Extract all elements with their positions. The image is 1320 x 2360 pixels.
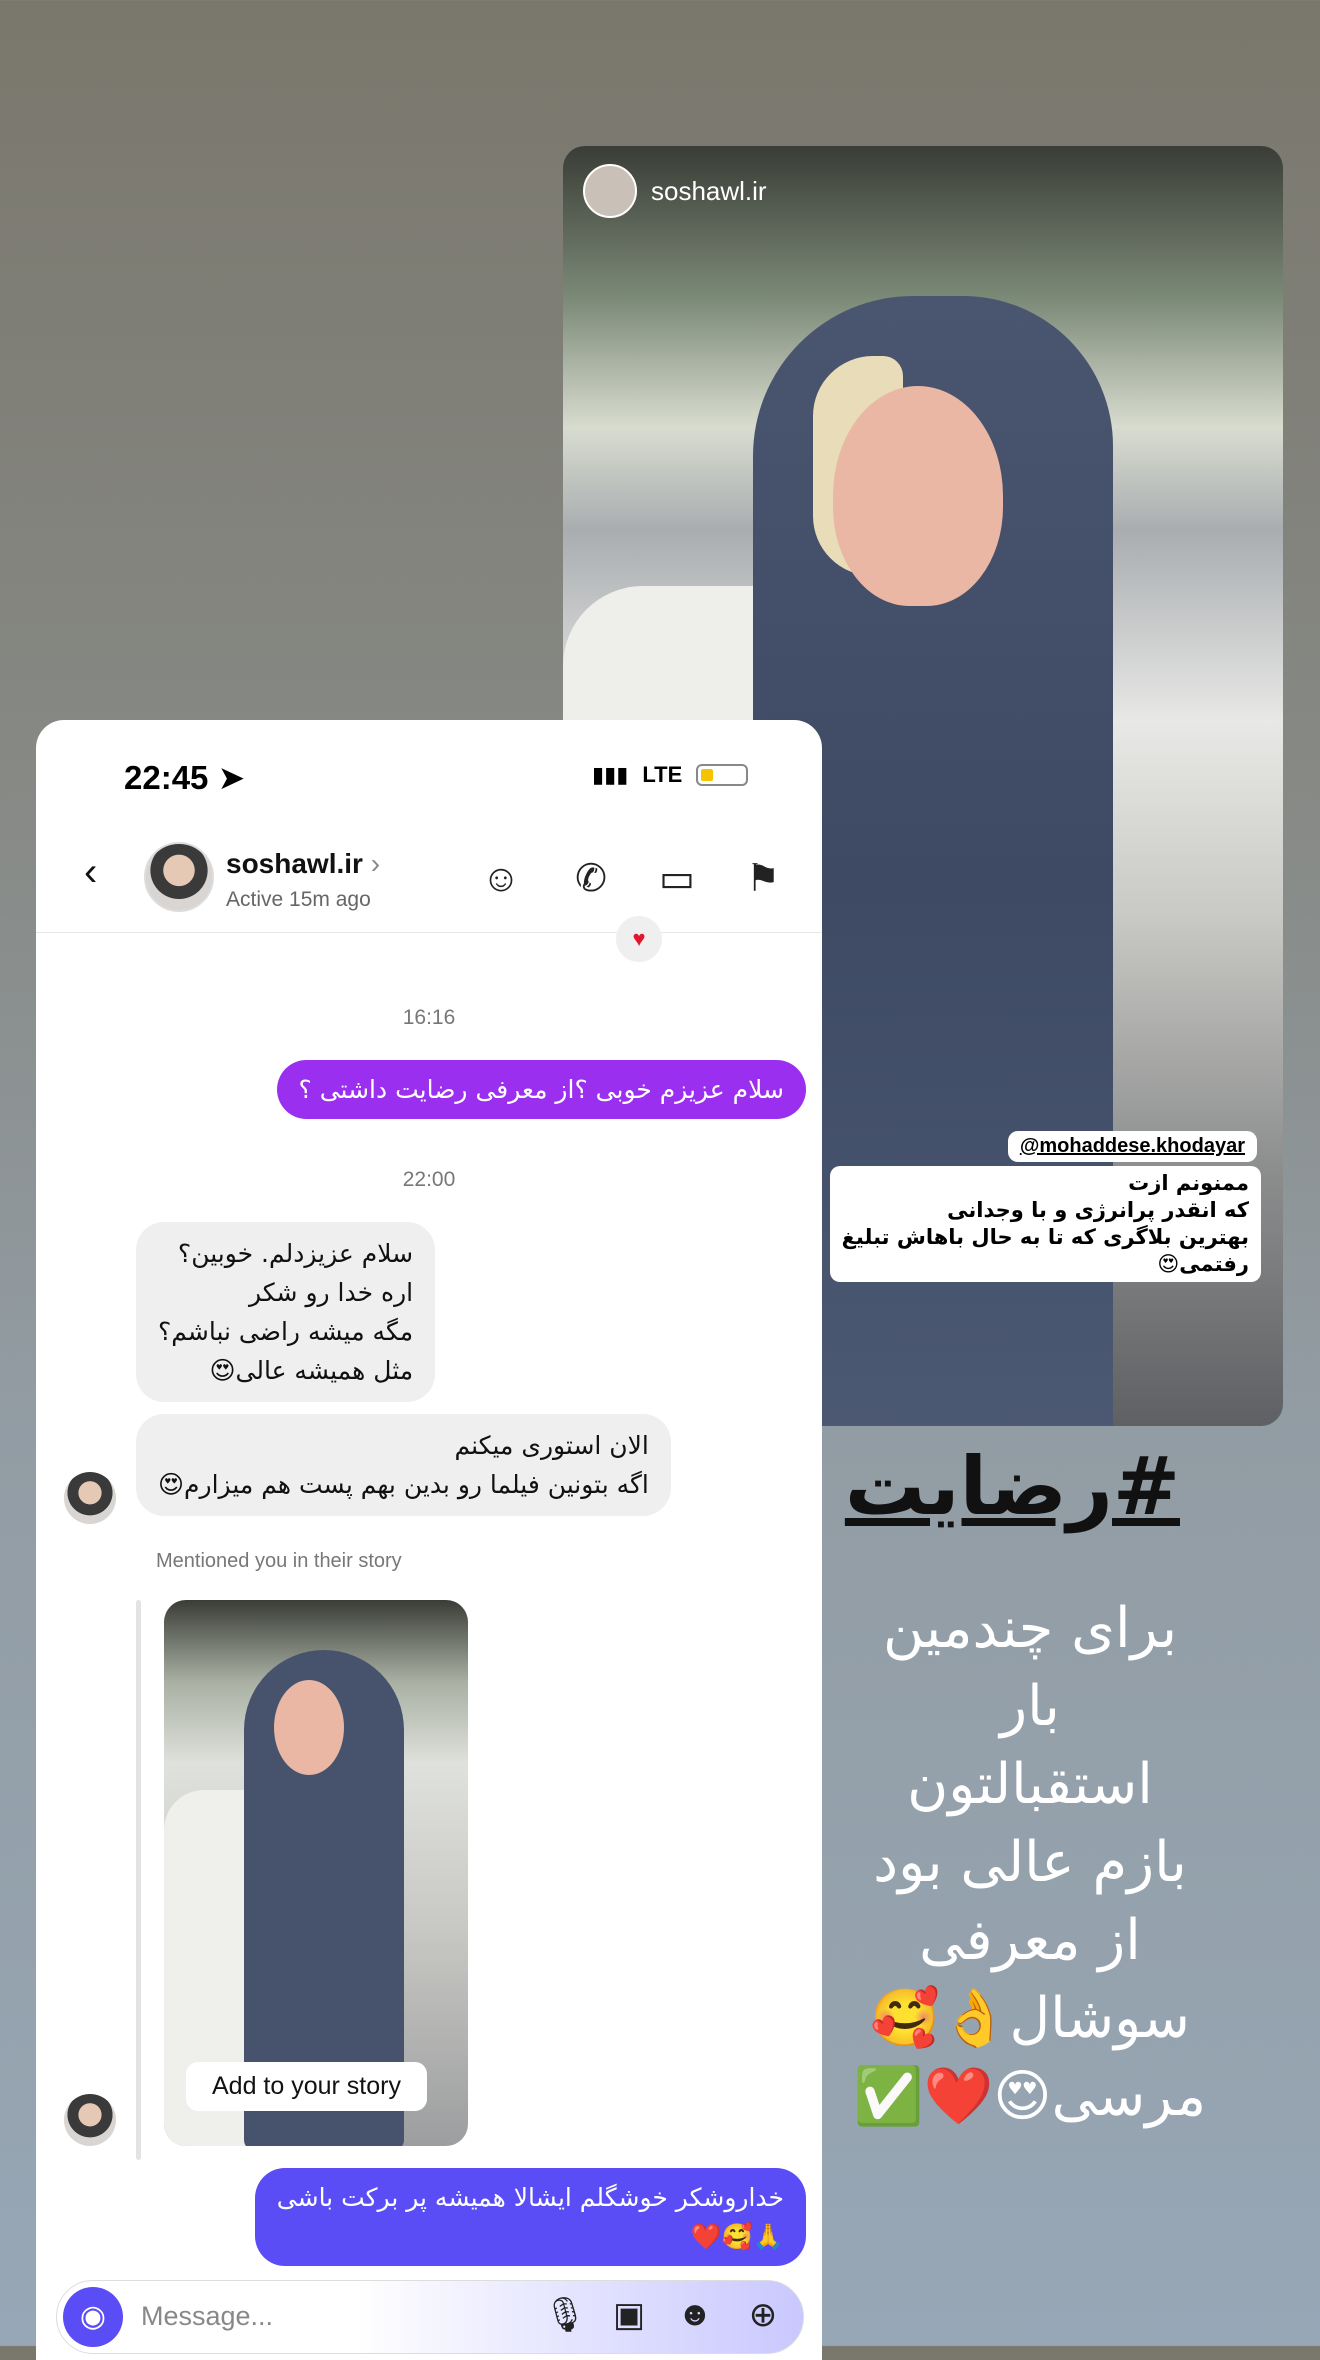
header-username[interactable]: soshawl.ir › (226, 848, 380, 880)
camera-icon[interactable]: ◉ (63, 2287, 123, 2347)
received-message[interactable]: سلام عزیزدلم. خوبین؟ اره خدا رو شکر مگه … (136, 1222, 436, 1402)
received-message[interactable]: الان استوری میکنم اگه بتونین فیلما رو بد… (136, 1414, 671, 1516)
hashtag-title: #رضایت (844, 1440, 1180, 1533)
plus-icon[interactable]: ⊕ (741, 2295, 785, 2335)
quote-bar (136, 1600, 141, 2160)
effects-icon[interactable]: ☺ (476, 854, 526, 904)
video-icon[interactable]: ▭ (652, 854, 702, 904)
story-avatar (583, 164, 637, 218)
heart-reaction-icon[interactable]: ♥ (616, 916, 662, 962)
flag-icon[interactable]: ⚑ (738, 854, 788, 904)
network-label: LTE (642, 762, 683, 787)
dm-screenshot: 22:45 ➤ ▮▮▮ LTE ‹ soshawl.ir › Active 15… (36, 720, 822, 2360)
header-divider (36, 932, 822, 933)
caption-text: برای چندمین بار استقبالتون بازم عالی بود… (853, 1596, 1207, 2129)
avatar[interactable] (144, 842, 214, 912)
story-thumbnail[interactable]: Add to your story (164, 1600, 468, 2146)
battery-icon (696, 764, 749, 786)
signal-icon: ▮▮▮ (592, 762, 629, 787)
status-time: 22:45 ➤ (124, 759, 246, 796)
status-bar-right: ▮▮▮ LTE (592, 762, 749, 788)
avatar[interactable] (64, 1472, 116, 1524)
sent-message[interactable]: خداروشکر خوشگلم ایشالا همیشه پر برکت باش… (254, 2168, 806, 2266)
message-input-bar[interactable]: ◉ Message... 🎙 ▣ ☻ ⊕ (56, 2280, 804, 2354)
active-status: Active 15m ago (226, 888, 371, 911)
message-input[interactable]: Message... (141, 2301, 273, 2332)
photo-face (833, 386, 1003, 606)
avatar[interactable] (64, 2094, 116, 2146)
story-tag-text: ممنونم ازت که انقدر پرانرژی و با وجدانی … (829, 1166, 1261, 1282)
gallery-icon[interactable]: ▣ (607, 2295, 651, 2335)
mention-label: Mentioned you in their story (156, 1550, 402, 1572)
timestamp: 22:00 (402, 1168, 456, 1191)
add-to-story-button[interactable]: Add to your story (186, 2062, 427, 2111)
microphone-icon[interactable]: 🎙 (543, 2295, 587, 2335)
sticker-icon[interactable]: ☻ (673, 2295, 717, 2334)
sent-message[interactable]: سلام عزیزم خوبی ؟از معرفی رضایت داشتی ؟ (276, 1060, 806, 1119)
mention-tag: @mohaddese.khodayar (1007, 1131, 1257, 1162)
story-username: soshawl.ir (651, 176, 767, 206)
phone-icon[interactable]: ✆ (566, 854, 616, 904)
back-icon[interactable]: ‹ (84, 850, 97, 895)
timestamp: 16:16 (402, 1006, 456, 1029)
